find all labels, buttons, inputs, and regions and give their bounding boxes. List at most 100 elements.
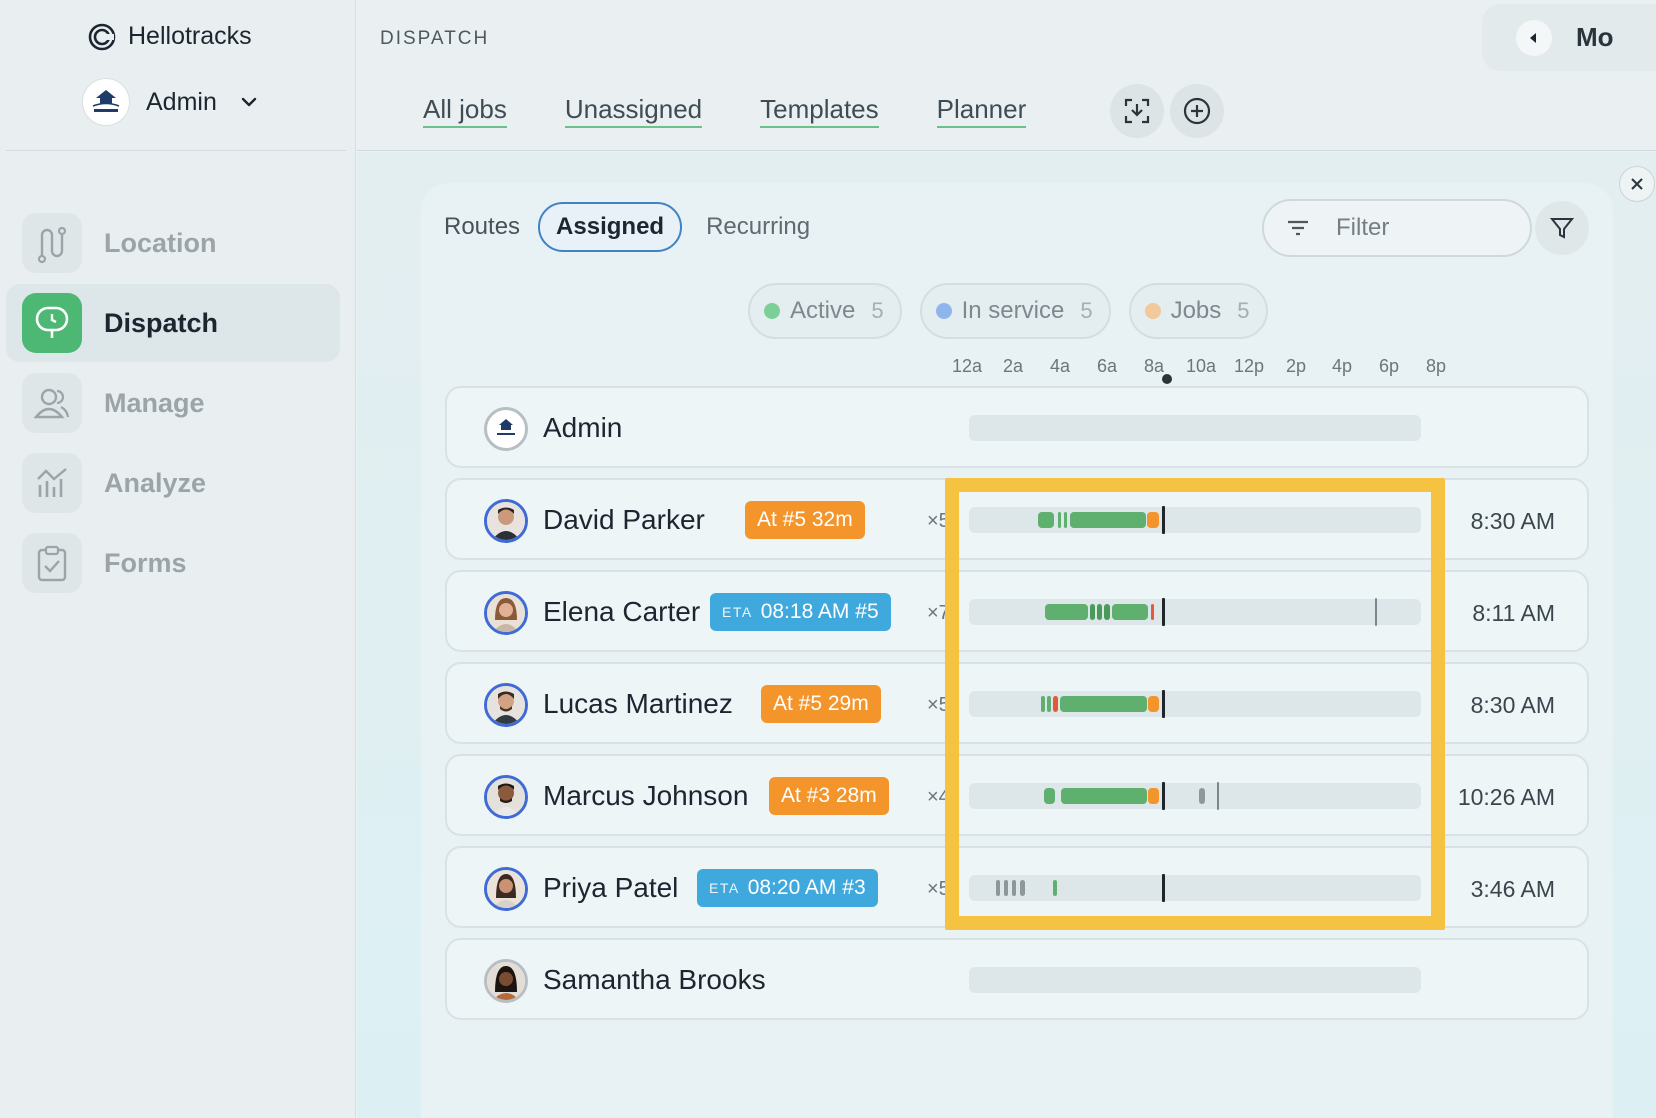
chip-jobs[interactable]: Jobs 5 <box>1128 283 1268 339</box>
sidebar-item-manage[interactable]: Manage <box>6 364 340 442</box>
current-time-line <box>1162 874 1165 902</box>
end-time-line <box>1375 598 1377 626</box>
avatar <box>484 775 528 819</box>
timeline-track <box>969 782 1421 810</box>
job-count: ×5 <box>927 878 950 900</box>
chip-count: 5 <box>1080 298 1093 323</box>
route-time: 3:46 AM <box>1470 876 1555 902</box>
route-time: 8:11 AM <box>1472 600 1555 626</box>
routes-label[interactable]: Routes <box>444 213 520 241</box>
job-count: ×5 <box>927 510 950 532</box>
job-segment <box>1060 696 1147 712</box>
add-job-button[interactable] <box>1170 84 1224 138</box>
import-icon <box>1124 98 1150 124</box>
route-row[interactable]: Priya Patel ETA 08:20 AM #3 ×5 3:46 AM <box>445 846 1589 928</box>
route-row[interactable]: Samantha Brooks <box>445 938 1589 1020</box>
chip-label: Active <box>790 297 856 324</box>
job-segment <box>1012 880 1016 896</box>
current-time-line <box>1162 506 1165 534</box>
badge-text: At #5 29m <box>773 692 869 715</box>
status-badge: ETA 08:18 AM #5 <box>710 593 891 631</box>
badge-text: At #5 32m <box>757 508 853 531</box>
chip-label: In service <box>961 297 1065 324</box>
status-badge: ETA 08:20 AM #3 <box>697 869 878 907</box>
users-icon <box>22 373 82 433</box>
account-name: Admin <box>146 87 217 116</box>
status-badge: At #5 29m <box>761 685 881 723</box>
close-button[interactable] <box>1619 166 1655 202</box>
account-switcher[interactable]: Admin <box>82 78 259 126</box>
job-count: ×7 <box>927 602 950 624</box>
driver-name: Priya Patel <box>543 872 679 903</box>
dispatch-tabs: All jobs Unassigned Templates Planner <box>423 94 1027 128</box>
import-button[interactable] <box>1110 84 1164 138</box>
job-segment <box>1053 880 1057 896</box>
collapse-panel-button[interactable]: Mo <box>1482 4 1656 71</box>
filter-input[interactable]: Filter <box>1262 199 1532 257</box>
clipboard-icon <box>22 533 82 593</box>
analytics-icon <box>22 453 82 513</box>
job-segment <box>1020 880 1025 896</box>
driver-name: Lucas Martinez <box>543 688 733 719</box>
job-segment <box>1044 788 1055 804</box>
brand-name: Hellotracks <box>128 22 252 50</box>
top-right-label: Mo <box>1576 22 1614 52</box>
route-row[interactable]: David Parker At #5 32m ×5 8:30 AM <box>445 478 1589 560</box>
axis-tick-label: 6a <box>1096 356 1118 376</box>
avatar <box>484 959 528 1003</box>
chip-in-service[interactable]: In service 5 <box>919 283 1111 339</box>
brand[interactable]: Hellotracks <box>88 22 252 51</box>
sidebar-item-analyze[interactable]: Analyze <box>6 444 340 522</box>
timeline-track <box>969 690 1421 718</box>
axis-tick-label: 8p <box>1425 356 1447 376</box>
job-segment <box>1004 880 1008 896</box>
axis-tick-label: 4a <box>1049 356 1071 376</box>
badge-text: At #3 28m <box>781 784 877 807</box>
badge-text: 08:20 AM #3 <box>747 876 866 899</box>
job-count: ×5 <box>927 694 950 716</box>
header: DISPATCH All jobs Unassigned Templates P… <box>357 0 1656 151</box>
job-segment <box>1053 696 1058 712</box>
job-segment <box>1058 512 1061 528</box>
tab-unassigned[interactable]: Unassigned <box>564 94 703 128</box>
job-segment <box>1147 512 1159 528</box>
route-row[interactable]: Elena Carter ETA 08:18 AM #5 ×7 8:11 AM <box>445 570 1589 652</box>
status-badge: At #5 32m <box>745 501 865 539</box>
sidebar-item-label: Dispatch <box>104 307 219 338</box>
route-row[interactable]: Marcus Johnson At #3 28m ×4 10:26 AM <box>445 754 1589 836</box>
sidebar: Hellotracks Admin Location Dispatch Mana… <box>0 0 356 1118</box>
tab-templates[interactable]: Templates <box>760 94 879 128</box>
axis-tick-label: 6p <box>1378 356 1400 376</box>
route-row[interactable]: Lucas Martinez At #5 29m ×5 8:30 AM <box>445 662 1589 744</box>
current-time-line <box>1162 598 1165 626</box>
chip-label: Jobs <box>1170 297 1222 324</box>
chip-active[interactable]: Active 5 <box>748 283 902 339</box>
funnel-icon <box>1549 218 1575 239</box>
route-row[interactable]: Admin <box>445 386 1589 468</box>
job-segment <box>1148 696 1159 712</box>
recurring-toggle[interactable]: Recurring <box>706 213 810 241</box>
tab-all-jobs[interactable]: All jobs <box>423 94 507 128</box>
sidebar-item-location[interactable]: Location <box>6 204 340 282</box>
sidebar-item-label: Analyze <box>104 467 207 498</box>
chip-count: 5 <box>871 298 884 323</box>
job-segment <box>1148 788 1159 804</box>
driver-name: Admin <box>543 412 623 443</box>
job-segment <box>1090 604 1095 620</box>
chip-count: 5 <box>1237 298 1250 323</box>
filter-button[interactable] <box>1535 201 1589 255</box>
timeline-track <box>969 874 1421 902</box>
driver-name: David Parker <box>543 504 705 535</box>
status-chips: Active 5 In service 5 Jobs 5 <box>748 283 1268 339</box>
job-segment <box>1061 788 1147 804</box>
job-segment <box>1045 604 1088 620</box>
sidebar-item-forms[interactable]: Forms <box>6 524 340 602</box>
sidebar-item-dispatch[interactable]: Dispatch <box>6 284 340 362</box>
hellotracks-logo-icon <box>88 23 116 50</box>
chevron-down-icon[interactable] <box>239 92 259 112</box>
timeline-track <box>969 598 1421 626</box>
status-dot <box>935 303 952 319</box>
tab-planner[interactable]: Planner <box>936 94 1027 128</box>
job-segment <box>1151 604 1154 620</box>
assigned-toggle[interactable]: Assigned <box>538 202 683 252</box>
